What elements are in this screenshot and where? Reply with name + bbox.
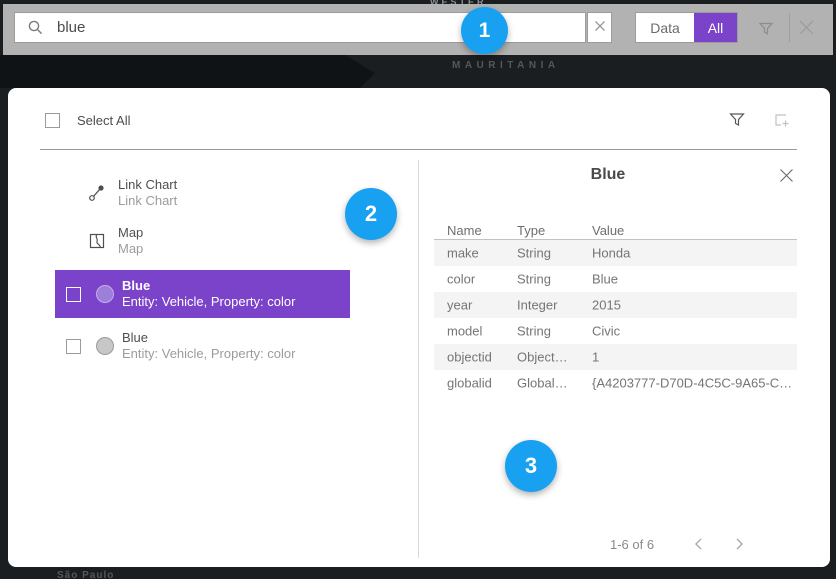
map-icon [88, 232, 106, 250]
map-landmass [0, 55, 375, 88]
link-chart-icon [88, 184, 106, 202]
data-all-toggle: Data All [635, 12, 738, 43]
panel-divider-horizontal [40, 149, 797, 150]
result-title: Map [118, 225, 143, 241]
panel-divider-vertical [418, 160, 419, 558]
result-title: Link Chart [118, 177, 177, 193]
result-title: Blue [122, 278, 295, 294]
results-filter-icon[interactable] [728, 110, 746, 133]
table-row[interactable]: make String Honda [434, 240, 797, 266]
callout-badge-2: 2 [345, 188, 397, 240]
result-item-link-chart[interactable]: Link Chart Link Chart [55, 176, 350, 210]
result-checkbox[interactable] [66, 287, 81, 302]
entity-circle-icon [96, 285, 114, 303]
result-subtitle: Link Chart [118, 193, 177, 209]
cell-value: Blue [592, 272, 618, 287]
result-checkbox[interactable] [66, 339, 81, 354]
callout-badge-1: 1 [461, 7, 508, 54]
cell-type: Object… [517, 350, 568, 365]
app-window: WESTER MAURITANIA São Paulo blue Data Al… [0, 0, 836, 579]
table-row[interactable]: globalid Global… {A4203777-D70D-4C5C-9A6… [434, 370, 797, 396]
cell-value: 1 [592, 350, 599, 365]
cell-value: {A4203777-D70D-4C5C-9A65-C… [592, 376, 792, 391]
cell-name: make [447, 246, 479, 261]
table-row[interactable]: model String Civic [434, 318, 797, 344]
detail-title: Blue [418, 166, 798, 184]
select-all-checkbox[interactable] [45, 113, 60, 128]
table-row[interactable]: objectid Object… 1 [434, 344, 797, 370]
cell-name: globalid [447, 376, 492, 391]
column-name: Name [447, 223, 482, 238]
cell-type: Integer [517, 298, 557, 313]
toggle-data-option[interactable]: Data [636, 13, 694, 42]
cell-type: Global… [517, 376, 568, 391]
result-subtitle: Entity: Vehicle, Property: color [122, 294, 295, 310]
toggle-all-option[interactable]: All [694, 13, 737, 42]
search-results-panel: Select All Link Chart Link Chart Map [8, 88, 830, 567]
close-search-icon[interactable] [796, 17, 817, 43]
result-title: Blue [122, 330, 295, 346]
cell-name: objectid [447, 350, 492, 365]
cell-name: model [447, 324, 482, 339]
filter-icon[interactable] [757, 19, 775, 42]
add-to-selection-icon[interactable] [772, 110, 791, 134]
search-icon [27, 19, 44, 36]
cell-value: Civic [592, 324, 620, 339]
toolbar-divider [789, 13, 790, 42]
search-clear-button[interactable] [587, 12, 612, 43]
pagination-label: 1-6 of 6 [610, 537, 654, 552]
result-subtitle: Entity: Vehicle, Property: color [122, 346, 295, 362]
cell-type: String [517, 246, 551, 261]
detail-close-icon[interactable] [778, 167, 795, 189]
properties-table: Name Type Value make String Honda color … [434, 219, 797, 396]
cell-value: Honda [592, 246, 630, 261]
clear-x-icon [594, 19, 606, 37]
select-all-row: Select All [45, 113, 130, 128]
cell-name: color [447, 272, 475, 287]
table-header: Name Type Value [434, 219, 797, 240]
callout-badge-3: 3 [505, 440, 557, 492]
pagination-next-icon[interactable] [732, 537, 746, 551]
cell-name: year [447, 298, 472, 313]
select-all-label: Select All [77, 113, 130, 128]
pagination-prev-icon[interactable] [692, 537, 706, 551]
map-label-sao-paulo: São Paulo [57, 570, 114, 579]
table-row[interactable]: color String Blue [434, 266, 797, 292]
table-row[interactable]: year Integer 2015 [434, 292, 797, 318]
search-toolbar: blue Data All [3, 4, 833, 55]
cell-type: String [517, 324, 551, 339]
cell-value: 2015 [592, 298, 621, 313]
pagination: 1-6 of 6 [588, 534, 798, 554]
column-type: Type [517, 223, 545, 238]
entity-circle-icon [96, 337, 114, 355]
result-item-blue[interactable]: Blue Entity: Vehicle, Property: color [55, 322, 350, 370]
cell-type: String [517, 272, 551, 287]
result-item-blue-selected[interactable]: Blue Entity: Vehicle, Property: color [55, 270, 350, 318]
search-query-text: blue [57, 19, 85, 36]
map-label-mauritania: MAURITANIA [452, 60, 560, 71]
result-item-map[interactable]: Map Map [55, 224, 350, 258]
result-subtitle: Map [118, 241, 143, 257]
column-value: Value [592, 223, 624, 238]
